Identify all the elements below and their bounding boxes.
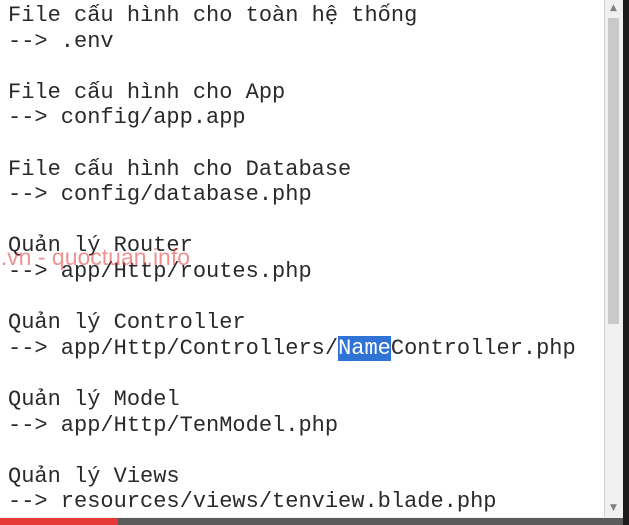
video-progress-bar[interactable] bbox=[0, 518, 623, 525]
scrollbar-thumb[interactable] bbox=[608, 18, 619, 324]
editor-line: Quản lý Controller bbox=[8, 310, 246, 336]
video-progress-fill bbox=[0, 518, 119, 525]
editor-text-area[interactable]: File cấu hình cho toàn hệ thống --> .env… bbox=[8, 3, 576, 515]
editor-line: File cấu hình cho toàn hệ thống bbox=[8, 3, 418, 28]
line-text-before-selection: --> app/Http/Controllers/ bbox=[8, 335, 339, 361]
scroll-up-arrow-icon[interactable]: ▲ bbox=[605, 0, 622, 17]
scroll-down-arrow-icon[interactable]: ▼ bbox=[605, 500, 622, 517]
editor-line: --> resources/views/tenview.blade.php bbox=[8, 489, 497, 515]
editor-line: Quản lý Views bbox=[8, 463, 180, 489]
line-text-after-selection: Controller.php bbox=[390, 335, 576, 361]
editor-line: --> config/database.php bbox=[8, 182, 312, 208]
editor-line: File cấu hình cho Database bbox=[8, 156, 352, 182]
editor-line: Quản lý Router bbox=[8, 233, 193, 259]
editor-line-with-selection: --> app/Http/Controllers/NameController.… bbox=[8, 335, 576, 362]
vertical-scrollbar[interactable]: ▲ ▼ bbox=[605, 0, 622, 517]
editor-line: --> app/Http/routes.php bbox=[8, 258, 312, 284]
editor-line: --> .env bbox=[8, 28, 114, 54]
editor-line: Quản lý Model bbox=[8, 386, 180, 412]
selected-text[interactable]: Name bbox=[338, 335, 391, 361]
text-editor[interactable]: File cấu hình cho toàn hệ thống --> .env… bbox=[0, 0, 605, 517]
editor-line: File cấu hình cho App bbox=[8, 79, 286, 105]
window-edge bbox=[623, 0, 629, 525]
editor-line: --> config/app.app bbox=[8, 105, 246, 131]
editor-line: --> app/Http/TenModel.php bbox=[8, 412, 339, 438]
